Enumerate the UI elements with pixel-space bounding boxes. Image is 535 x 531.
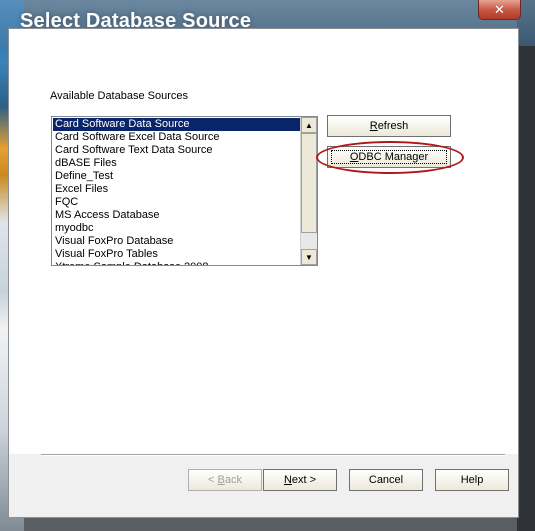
next-mnemonic: N [283, 474, 292, 486]
list-item[interactable]: Visual FoxPro Database [53, 235, 300, 248]
list-item[interactable]: Define_Test [53, 170, 300, 183]
select-database-source-dialog: Select Database Source ✕ Available Datab… [0, 0, 535, 531]
available-sources-label: Available Database Sources [50, 90, 188, 102]
back-label: ack [224, 474, 242, 486]
scroll-down-button[interactable]: ▼ [301, 249, 317, 265]
vertical-scrollbar[interactable]: ▲ ▼ [300, 117, 317, 265]
next-label: ext > [291, 474, 317, 486]
close-icon: ✕ [494, 2, 505, 17]
arrow-up-icon: ▲ [305, 120, 313, 130]
odbc-manager-button[interactable]: ODBC Manager [327, 146, 451, 168]
database-sources-listbox[interactable]: Card Software Data Source Card Software E… [51, 116, 318, 266]
back-prefix: < [208, 474, 218, 486]
focus-rectangle [331, 150, 447, 164]
help-label: Help [460, 474, 484, 486]
close-button[interactable]: ✕ [478, 0, 521, 20]
arrow-down-icon: ▼ [305, 252, 313, 262]
refresh-button[interactable]: Refresh [327, 115, 451, 137]
list-item[interactable]: Card Software Data Source [53, 118, 300, 131]
cancel-label: Cancel [368, 474, 404, 486]
list-item[interactable]: Visual FoxPro Tables [53, 248, 300, 261]
back-mnemonic: B [217, 474, 225, 486]
refresh-mnemonic: R [369, 120, 378, 132]
help-button[interactable]: Help [435, 469, 509, 491]
list-item[interactable]: Card Software Text Data Source [53, 144, 300, 157]
next-button[interactable]: Next > [263, 469, 337, 491]
list-item[interactable]: Card Software Excel Data Source [53, 131, 300, 144]
list-item[interactable]: FQC [53, 196, 300, 209]
list-items: Card Software Data Source Card Software E… [53, 118, 300, 265]
back-button[interactable]: < Back [188, 469, 262, 491]
list-item[interactable]: dBASE Files [53, 157, 300, 170]
separator-line [41, 454, 505, 456]
list-item[interactable]: MS Access Database [53, 209, 300, 222]
list-item[interactable]: Excel Files [53, 183, 300, 196]
cancel-button[interactable]: Cancel [349, 469, 423, 491]
scroll-thumb[interactable] [301, 133, 317, 233]
dialog-client-area: Available Database Sources Card Software… [8, 28, 519, 518]
list-item[interactable]: Xtreme Sample Database 2008 [53, 261, 300, 265]
scroll-up-button[interactable]: ▲ [301, 117, 317, 133]
refresh-label: efresh [377, 120, 409, 132]
list-item[interactable]: myodbc [53, 222, 300, 235]
